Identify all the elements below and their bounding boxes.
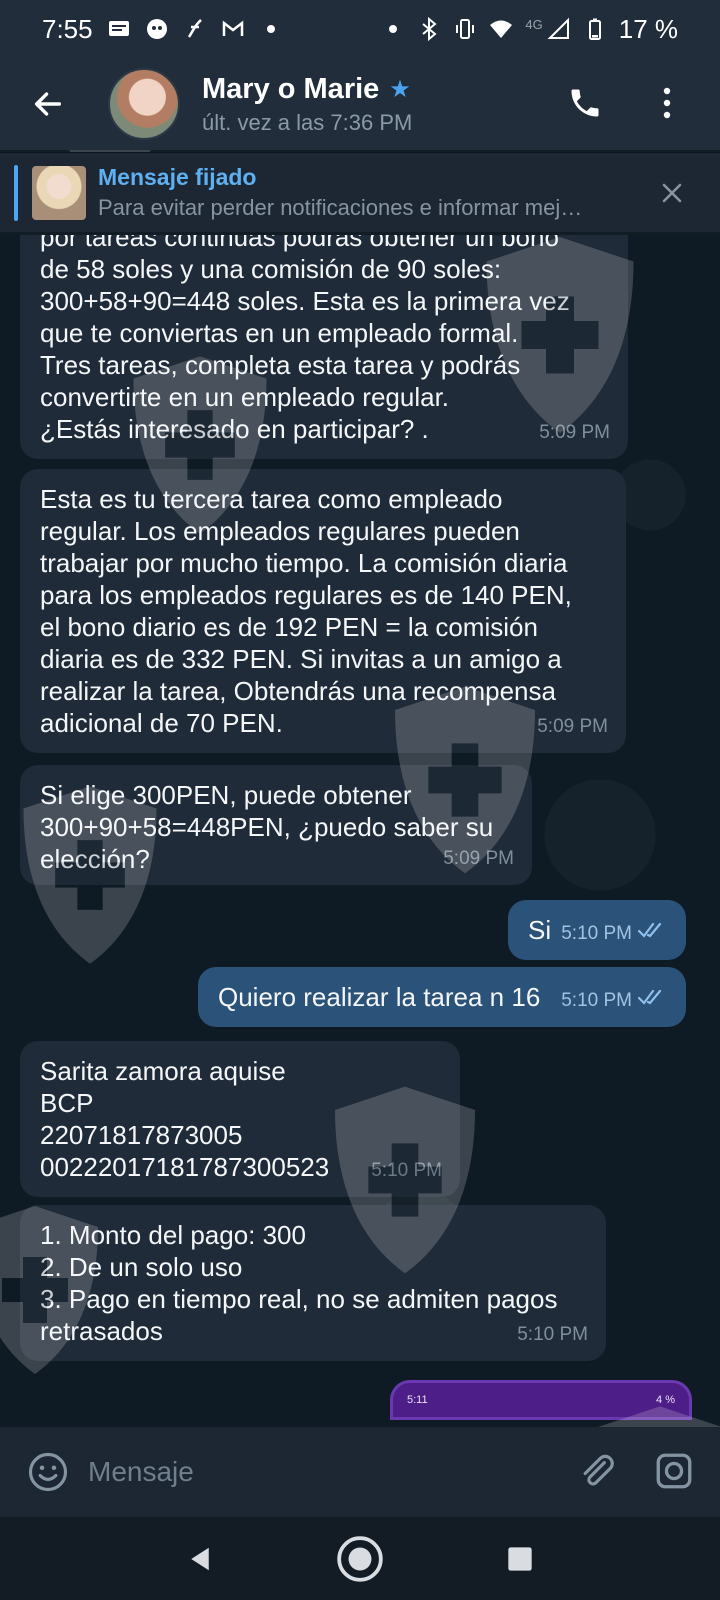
message-bubble[interactable]: 1. Monto del pago: 300 2. De un solo uso…: [20, 1205, 606, 1361]
signal-icon: [547, 17, 571, 41]
more-vertical-icon: [663, 87, 671, 119]
pinned-title: Mensaje fijado: [98, 164, 257, 190]
status-bar: 7:55 4G 17 %: [0, 0, 720, 58]
vibrate-icon: [453, 17, 477, 41]
square-recents-icon: [508, 1546, 532, 1571]
wifi-icon: [489, 17, 513, 41]
message-time: 5:09 PM: [443, 848, 514, 869]
screenshot-preview[interactable]: 5:11 4 %: [390, 1380, 692, 1420]
message-time: 5:10 PM: [561, 923, 632, 944]
message-bubble[interactable]: por tareas continuas podrás obtener un b…: [20, 235, 628, 459]
nav-recents-button[interactable]: [490, 1529, 550, 1589]
message-icon: [107, 17, 131, 41]
bluetooth-icon: [417, 17, 441, 41]
camera-icon: [656, 1453, 692, 1489]
camera-button[interactable]: [650, 1447, 698, 1495]
dot-icon: [381, 17, 405, 41]
gmail-icon: [221, 17, 245, 41]
double-check-icon: [637, 985, 668, 1017]
paperclip-icon: [583, 1454, 614, 1486]
message-bubble[interactable]: Si elige 300PEN, puede obtener 300+90+58…: [20, 765, 532, 885]
triangle-back-icon: [191, 1547, 209, 1570]
pinned-indicator: [14, 164, 18, 221]
nav-back-button[interactable]: [170, 1529, 230, 1589]
pinned-preview: Para evitar perder notificaciones e info…: [98, 195, 583, 220]
smiley-icon: [28, 1452, 68, 1492]
message-bubble[interactable]: Esta es tu tercera tarea como empleado r…: [20, 469, 626, 753]
message-bubble-outgoing[interactable]: Quiero realizar la tarea n 16 5:10 PM: [198, 967, 686, 1027]
message-text: por tareas continuas podrás obtener un b…: [40, 235, 570, 444]
assistant-icon: [145, 17, 169, 41]
close-icon: [662, 183, 682, 203]
message-time: 5:10 PM: [517, 1324, 588, 1345]
message-time: 5:10 PM: [561, 990, 632, 1011]
message-bubble-outgoing[interactable]: Si 5:10 PM: [508, 900, 686, 960]
pinned-thumbnail: [32, 165, 86, 220]
dot-icon: [259, 17, 283, 41]
call-button[interactable]: [560, 78, 610, 128]
app-icon: [183, 17, 207, 41]
double-check-icon: [637, 918, 668, 950]
close-pinned-button[interactable]: [652, 173, 692, 213]
telegram-chat-screen: 7:55 4G 17 % Mary o Marie ★ últ. vez a l…: [0, 0, 720, 1600]
battery-icon: [583, 17, 607, 41]
thumbnail-battery: 4 %: [656, 1394, 675, 1406]
more-options-button[interactable]: [645, 78, 689, 128]
pinned-message-bar[interactable]: Mensaje fijado Para evitar perder notifi…: [0, 152, 720, 232]
nav-home-button[interactable]: [330, 1529, 390, 1589]
avatar[interactable]: [108, 68, 180, 140]
arrow-left-icon: [34, 92, 62, 116]
emoji-button[interactable]: [24, 1448, 72, 1496]
star-icon: ★: [389, 75, 411, 103]
phone-icon: [571, 89, 599, 117]
battery-percent: 17 %: [618, 13, 678, 44]
system-navigation-bar: [0, 1517, 720, 1600]
message-list[interactable]: por tareas continuas podrás obtener un b…: [0, 235, 720, 1427]
message-text: Esta es tu tercera tarea como empleado r…: [40, 484, 572, 738]
chat-title-block[interactable]: Mary o Marie ★ últ. vez a las 7:36 PM: [202, 73, 412, 136]
attach-button[interactable]: [572, 1447, 620, 1495]
status-time: 7:55: [42, 13, 93, 44]
message-bubble[interactable]: Sarita zamora aquise BCP 22071817873005 …: [20, 1041, 460, 1197]
message-input[interactable]: [88, 1447, 528, 1497]
network-type: 4G: [525, 16, 543, 32]
message-text: 1. Monto del pago: 300 2. De un solo uso…: [40, 1220, 558, 1346]
message-time: 5:09 PM: [537, 716, 608, 737]
message-input-bar: [0, 1427, 720, 1517]
chat-title: Mary o Marie: [202, 72, 380, 105]
message-text: Si elige 300PEN, puede obtener 300+90+58…: [40, 780, 494, 874]
thumbnail-time: 5:11: [407, 1394, 428, 1406]
back-button[interactable]: [18, 74, 78, 134]
last-seen: últ. vez a las 7:36 PM: [202, 109, 413, 135]
circle-home-icon: [337, 1535, 383, 1582]
message-time: 5:09 PM: [539, 422, 610, 443]
chat-header: Mary o Marie ★ últ. vez a las 7:36 PM: [0, 58, 720, 150]
message-time: 5:10 PM: [371, 1160, 442, 1181]
